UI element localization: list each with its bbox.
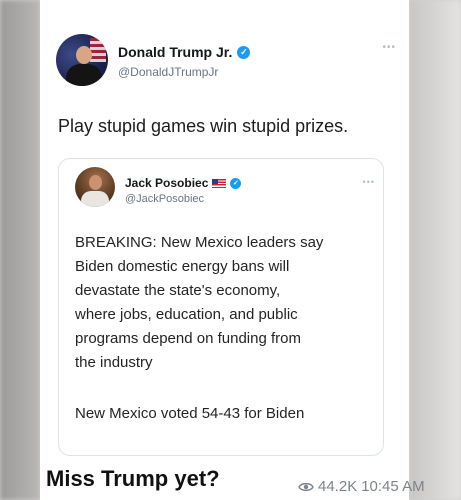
quoted-avatar-face — [89, 175, 102, 190]
avatar-suit — [66, 64, 102, 86]
quoted-line: where jobs, education, and public — [75, 306, 298, 323]
message-caption: Miss Trump yet? — [46, 466, 220, 491]
background-left — [0, 0, 40, 500]
tweet-text: Play stupid games win stupid prizes. — [58, 116, 349, 136]
name-row: Donald Trump Jr. ✓ — [118, 44, 251, 60]
ellipsis-icon[interactable]: ••• — [363, 177, 375, 187]
quoted-tweet-header: Jack Posobiec ✓ @JackPosobiec ••• — [75, 167, 375, 213]
avatar-flag — [90, 38, 106, 62]
quoted-tweet-body: BREAKING: New Mexico leaders say Biden d… — [75, 231, 375, 375]
eye-icon — [298, 482, 314, 491]
quoted-line: devastate the state's economy, — [75, 282, 281, 299]
quoted-name-row: Jack Posobiec ✓ — [125, 176, 242, 190]
tweet-header: Donald Trump Jr. ✓ @DonaldJTrumpJr ••• — [56, 34, 396, 88]
quoted-line: the industry — [75, 354, 153, 371]
us-flag-icon — [212, 178, 227, 188]
background-right — [409, 0, 461, 500]
display-name[interactable]: Donald Trump Jr. — [118, 44, 232, 60]
ellipsis-icon[interactable]: ••• — [382, 42, 396, 53]
message-meta: 44.2K 10:45 AM — [298, 478, 425, 495]
handle[interactable]: @DonaldJTrumpJr — [118, 65, 218, 79]
avatar-face — [76, 46, 92, 64]
message-time: 10:45 AM — [361, 478, 425, 495]
quoted-avatar-body — [81, 191, 109, 207]
quoted-line: BREAKING: New Mexico leaders say — [75, 234, 324, 251]
verified-check-icon: ✓ — [230, 177, 242, 189]
verified-check-icon: ✓ — [237, 45, 251, 59]
quoted-line: Biden domestic energy bans will — [75, 258, 290, 275]
quoted-footer: New Mexico voted 54-43 for Biden — [75, 405, 305, 422]
message-bubble: Donald Trump Jr. ✓ @DonaldJTrumpJr ••• P… — [40, 0, 425, 500]
quoted-avatar[interactable] — [75, 167, 115, 207]
quoted-tweet[interactable]: Jack Posobiec ✓ @JackPosobiec ••• BREAKI… — [58, 158, 384, 456]
avatar[interactable] — [56, 34, 108, 86]
quoted-handle[interactable]: @JackPosobiec — [125, 193, 204, 205]
quoted-display-name[interactable]: Jack Posobiec — [125, 176, 208, 190]
views-count: 44.2K — [318, 478, 358, 495]
quoted-line: programs depend on funding from — [75, 330, 301, 347]
